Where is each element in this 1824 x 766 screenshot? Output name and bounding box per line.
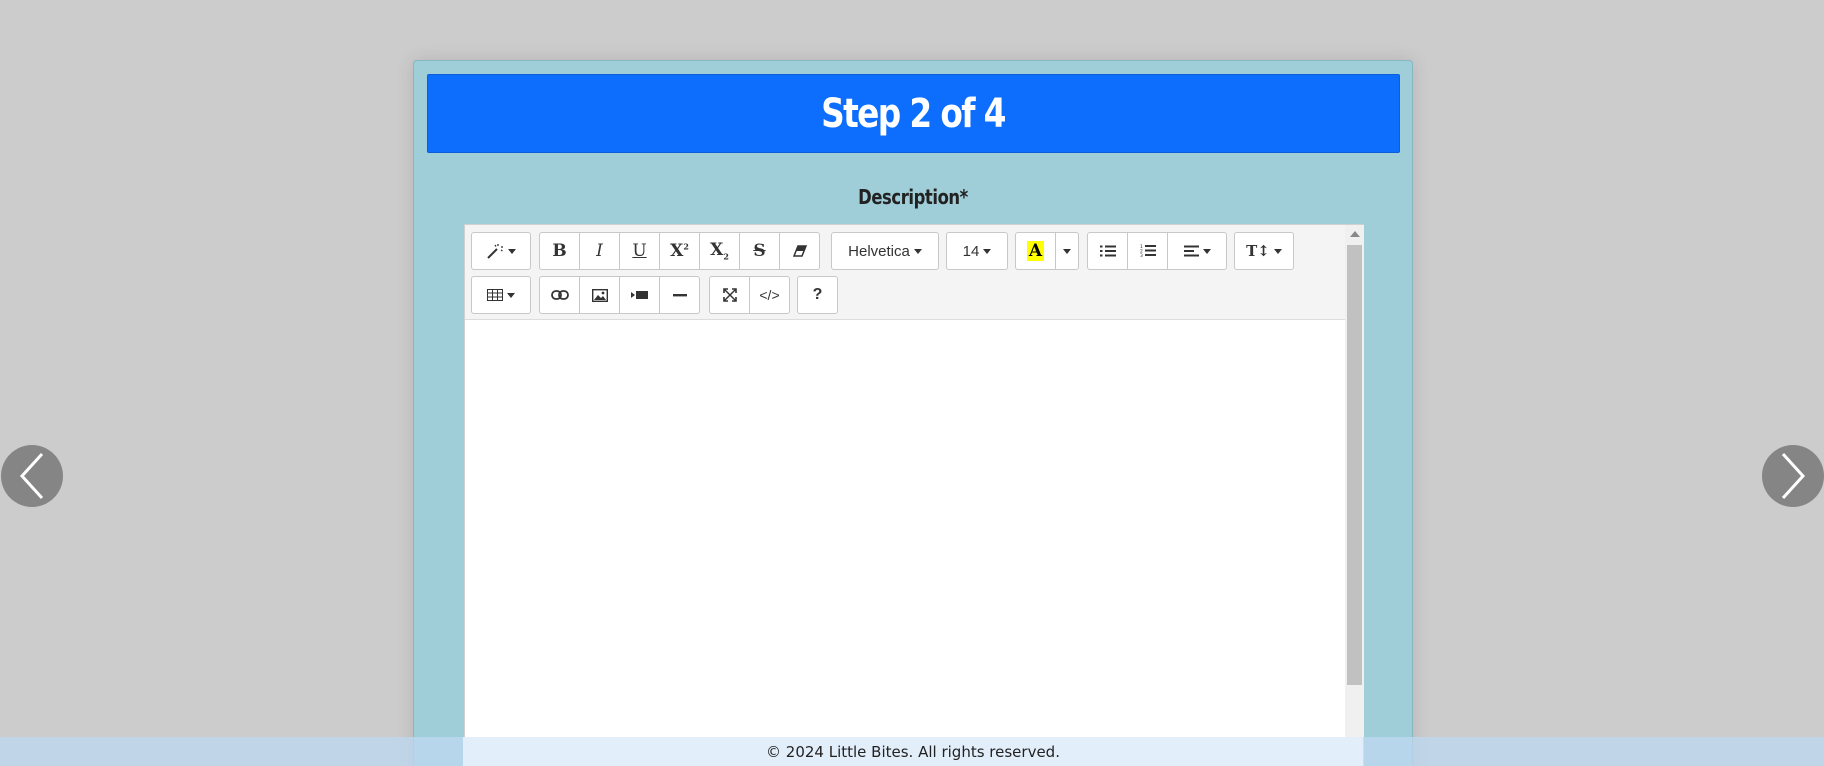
align-dropdown-button[interactable] xyxy=(1167,232,1227,270)
picture-icon xyxy=(591,288,608,302)
caret-down-icon xyxy=(1202,248,1211,254)
fullscreen-icon xyxy=(722,288,737,302)
table-dropdown-button[interactable] xyxy=(471,276,531,314)
help-icon: ? xyxy=(812,286,823,303)
superscript-button[interactable]: X2 xyxy=(659,232,700,270)
italic-icon: I xyxy=(596,241,603,261)
help-group: ? xyxy=(797,276,838,314)
clear-format-button[interactable] xyxy=(779,232,820,270)
chevron-left-icon xyxy=(19,452,44,500)
subscript-icon: X2 xyxy=(710,240,729,262)
style-dropdown-button[interactable] xyxy=(471,232,531,270)
link-button[interactable] xyxy=(539,276,580,314)
magic-wand-icon xyxy=(487,244,503,259)
subscript-button[interactable]: X2 xyxy=(699,232,740,270)
footer-inner: © 2024 Little Bites. All rights reserved… xyxy=(463,737,1363,766)
description-label: Description* xyxy=(858,185,968,209)
underline-button[interactable]: U xyxy=(619,232,660,270)
bold-icon: B xyxy=(552,241,567,261)
horizontal-rule-icon xyxy=(672,294,687,297)
editor-content-area[interactable] xyxy=(465,321,1345,766)
editor-scrollbar[interactable] xyxy=(1345,225,1364,766)
font-size-value: 14 xyxy=(962,242,980,260)
previous-slide-button[interactable] xyxy=(1,445,63,507)
text-height-icon: T↕ xyxy=(1246,242,1270,260)
caret-down-icon xyxy=(507,292,515,298)
scrollbar-thumb[interactable] xyxy=(1347,245,1362,685)
caret-down-icon xyxy=(1063,248,1071,254)
help-button[interactable]: ? xyxy=(797,276,838,314)
table-group xyxy=(471,276,531,314)
unordered-list-icon xyxy=(1099,245,1116,257)
ordered-list-button[interactable]: 1 2 3 xyxy=(1127,232,1168,270)
picture-button[interactable] xyxy=(579,276,620,314)
editor-toolbar: B I U X2 X2 S Helvetica 14 A 1 2 3 T↕ </… xyxy=(465,225,1345,320)
link-icon xyxy=(550,290,569,300)
ordered-list-icon: 1 2 3 xyxy=(1140,244,1156,258)
video-icon xyxy=(630,291,648,299)
strikethrough-icon: S xyxy=(753,241,766,261)
footer-copyright: © 2024 Little Bites. All rights reserved… xyxy=(766,742,1060,761)
codeview-button[interactable]: </> xyxy=(749,276,790,314)
bold-button[interactable]: B xyxy=(539,232,580,270)
highlight-color-icon: A xyxy=(1026,241,1045,261)
font-family-dropdown[interactable]: Helvetica xyxy=(831,232,939,270)
color-group: A xyxy=(1015,232,1079,270)
caret-down-icon xyxy=(913,248,922,254)
step-header: Step 2 of 4 xyxy=(427,74,1400,153)
step-title: Step 2 of 4 xyxy=(821,90,1007,137)
chevron-right-icon xyxy=(1781,452,1806,500)
font-family-value: Helvetica xyxy=(848,242,910,260)
next-slide-button[interactable] xyxy=(1762,445,1824,507)
horizontal-rule-button[interactable] xyxy=(659,276,700,314)
strikethrough-button[interactable]: S xyxy=(739,232,780,270)
height-group: T↕ xyxy=(1234,232,1294,270)
color-dropdown-button[interactable] xyxy=(1055,232,1079,270)
scroll-up-arrow-icon[interactable] xyxy=(1350,231,1360,237)
page-footer: © 2024 Little Bites. All rights reserved… xyxy=(0,737,1824,766)
view-group: </> xyxy=(709,276,790,314)
font-size-group: 14 xyxy=(946,232,1008,270)
font-name-group: Helvetica xyxy=(831,232,939,270)
highlight-color-button[interactable]: A xyxy=(1015,232,1056,270)
italic-button[interactable]: I xyxy=(579,232,620,270)
style-group xyxy=(471,232,531,270)
caret-down-icon xyxy=(983,248,992,254)
paragraph-group: 1 2 3 xyxy=(1087,232,1227,270)
caret-down-icon xyxy=(508,248,516,254)
underline-icon: U xyxy=(632,241,647,261)
align-left-icon xyxy=(1183,245,1199,257)
insert-group xyxy=(539,276,700,314)
svg-text:3: 3 xyxy=(1140,253,1143,258)
fullscreen-button[interactable] xyxy=(709,276,750,314)
eraser-icon xyxy=(792,245,807,257)
line-height-dropdown[interactable]: T↕ xyxy=(1234,232,1294,270)
unordered-list-button[interactable] xyxy=(1087,232,1128,270)
superscript-icon: X2 xyxy=(670,241,689,261)
wizard-card: Step 2 of 4 Description* B I U X2 X2 S H… xyxy=(413,60,1413,766)
video-button[interactable] xyxy=(619,276,660,314)
caret-down-icon xyxy=(1273,248,1282,254)
table-icon xyxy=(487,289,503,301)
rich-text-editor: B I U X2 X2 S Helvetica 14 A 1 2 3 T↕ </… xyxy=(464,224,1364,766)
font-size-dropdown[interactable]: 14 xyxy=(946,232,1008,270)
font-style-group: B I U X2 X2 S xyxy=(539,232,820,270)
code-icon: </> xyxy=(759,287,780,303)
